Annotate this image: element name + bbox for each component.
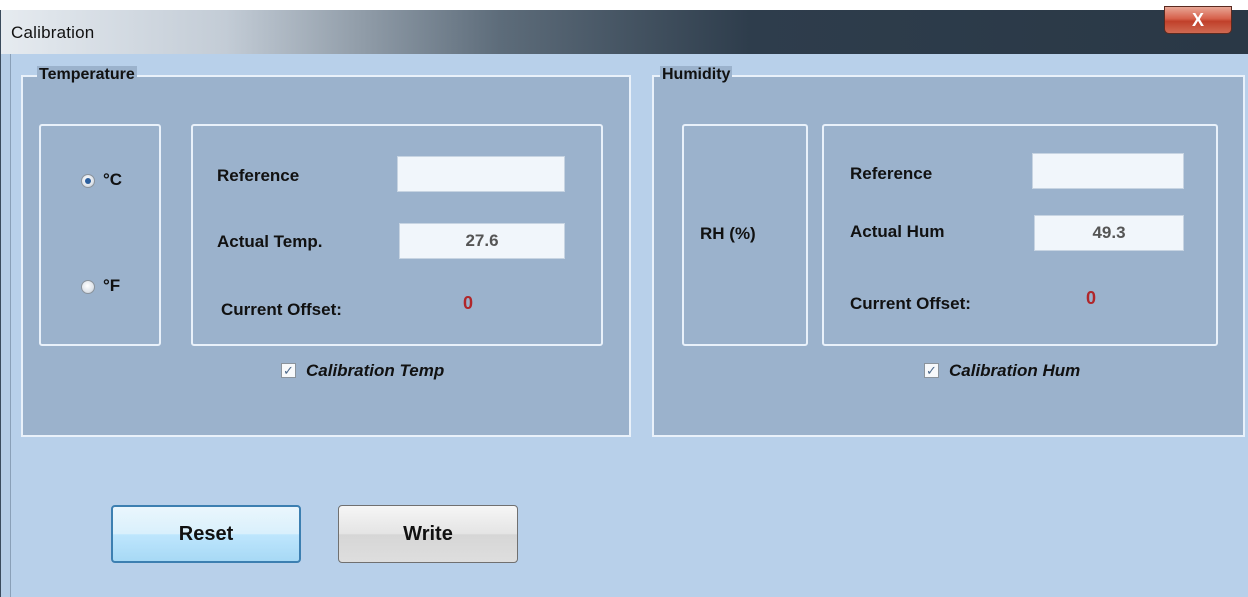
temp-reference-label: Reference: [217, 166, 300, 185]
close-button[interactable]: X: [1164, 6, 1232, 34]
temp-reference-input[interactable]: [397, 156, 565, 192]
temperature-values-panel: Reference Actual Temp. 27.6 Current Offs…: [191, 124, 603, 346]
humidity-group-title: Humidity: [660, 66, 733, 84]
fahrenheit-radio[interactable]: [81, 280, 95, 294]
temperature-unit-panel: °C °F: [39, 124, 161, 346]
temp-offset-label: Current Offset:: [221, 300, 342, 319]
celsius-label[interactable]: °C: [103, 170, 122, 190]
hum-reference-input[interactable]: [1032, 153, 1184, 189]
reset-button[interactable]: Reset: [111, 505, 301, 563]
temp-offset-value: 0: [463, 293, 474, 313]
actual-hum-label: Actual Hum: [850, 222, 945, 241]
actual-temp-field[interactable]: 27.6: [399, 223, 565, 259]
humidity-group: Humidity RH (%) Reference Actual Hum 49.…: [652, 66, 1245, 437]
rh-label: RH (%): [700, 224, 756, 243]
actual-temp-label: Actual Temp.: [217, 232, 323, 251]
hum-reference-label: Reference: [850, 164, 933, 183]
temperature-group-title: Temperature: [37, 66, 137, 84]
actual-hum-field[interactable]: 49.3: [1034, 215, 1184, 251]
calibration-hum-label[interactable]: Calibration Hum: [949, 361, 1080, 381]
hum-offset-value: 0: [1086, 288, 1097, 308]
calibration-hum-checkbox[interactable]: ✓: [924, 363, 939, 378]
title-bar[interactable]: Calibration X: [1, 6, 1248, 54]
client-area: Temperature °C °F Reference Actual Temp.…: [10, 54, 1248, 597]
window-title: Calibration: [11, 23, 95, 42]
humidity-unit-panel: RH (%): [682, 124, 808, 346]
humidity-values-panel: Reference Actual Hum 49.3 Current Offset…: [822, 124, 1218, 346]
fahrenheit-label[interactable]: °F: [103, 276, 120, 296]
temperature-group: Temperature °C °F Reference Actual Temp.…: [21, 66, 631, 437]
calibration-temp-label[interactable]: Calibration Temp: [306, 361, 444, 381]
celsius-radio[interactable]: [81, 174, 95, 188]
hum-offset-label: Current Offset:: [850, 294, 971, 313]
write-button[interactable]: Write: [338, 505, 518, 563]
calibration-temp-checkbox[interactable]: ✓: [281, 363, 296, 378]
